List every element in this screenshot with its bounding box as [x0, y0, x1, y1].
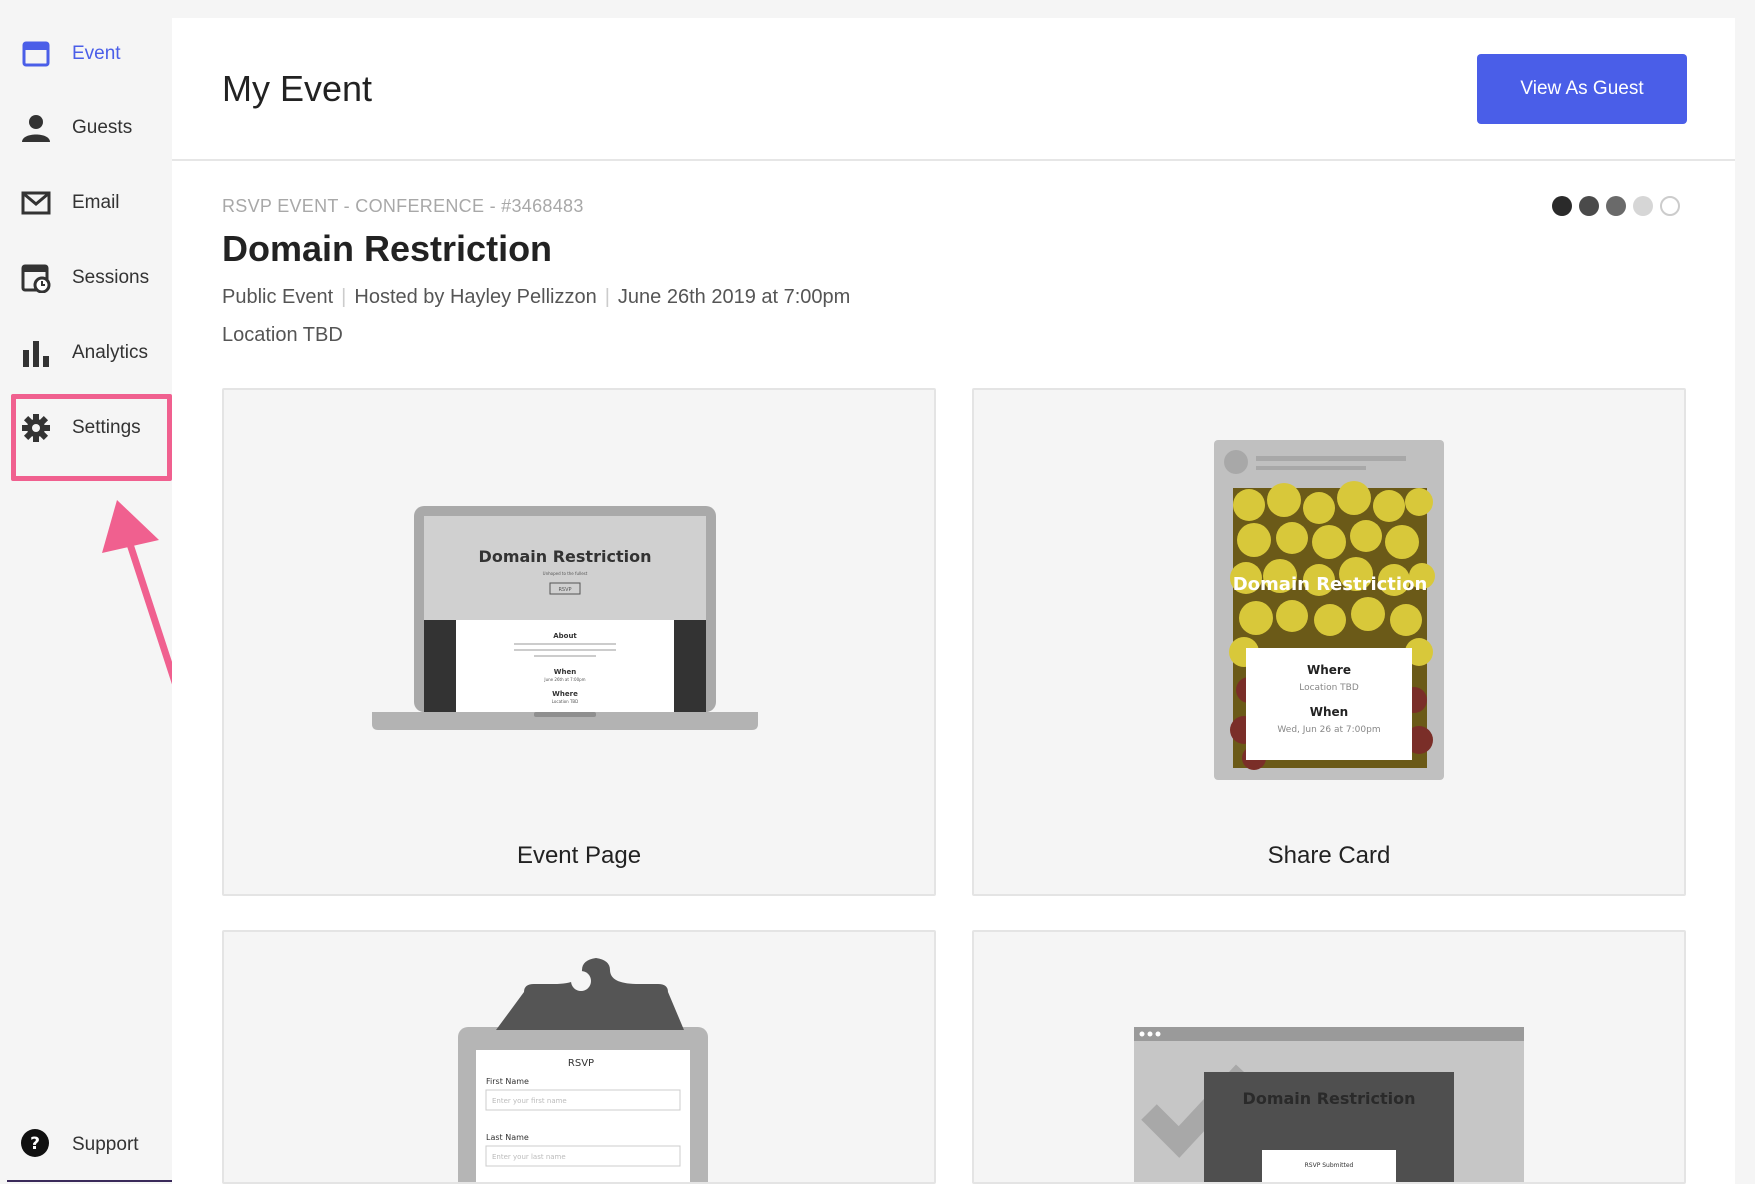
event-page-card[interactable]: Domain Restriction Unhoped to the fulles…	[222, 388, 936, 896]
help-circle-icon: ?	[20, 1128, 50, 1163]
sidebar-item-email[interactable]: Email	[7, 173, 172, 233]
rsvp-last-name-placeholder: Enter your last name	[492, 1153, 566, 1161]
sidebar-item-label: Settings	[72, 417, 141, 438]
browser-preview-illustration: Domain Restriction RSVP Submitted	[1134, 1027, 1524, 1182]
preview-subtitle: Unhoped to the fullest	[543, 571, 588, 576]
preview-where: Where	[552, 690, 578, 698]
preview-rsvp-label: RSVP	[558, 587, 571, 593]
event-location: Location TBD	[222, 324, 343, 346]
calendar-window-icon	[20, 38, 52, 70]
progress-dot	[1579, 196, 1599, 216]
progress-dot	[1552, 196, 1572, 216]
event-meta: RSVP EVENT - CONFERENCE - #3468483	[222, 196, 584, 216]
card-label: Event Page	[516, 842, 642, 869]
share-card-preview-illustration: Domain Restriction Where Location TBD Wh…	[1214, 440, 1444, 780]
share-card-card[interactable]: Domain Restriction Where Location TBD Wh…	[972, 388, 1686, 896]
event-details: Public Event | Hosted by Hayley Pellizzon |…	[222, 286, 850, 309]
view-as-guest-button[interactable]: View As Guest	[1477, 54, 1687, 124]
sidebar-item-label: Sessions	[72, 267, 150, 288]
rsvp-form-card[interactable]: RSVP First Name Enter your first name La…	[222, 930, 936, 1184]
page-header: My Event View As Guest	[172, 18, 1735, 161]
rsvp-preview-title: RSVP	[568, 1058, 594, 1069]
event-host: Hosted by Hayley Pellizzon	[354, 286, 597, 308]
sidebar-item-event[interactable]: Event	[7, 24, 172, 84]
sidebar-item-settings[interactable]: Settings	[7, 398, 172, 458]
sidebar-item-label: Event	[72, 43, 121, 64]
event-date: June 26th 2019 at 7:00pm	[617, 286, 851, 308]
sidebar-item-sessions[interactable]: Sessions	[7, 248, 172, 308]
progress-dot	[1606, 196, 1626, 216]
sidebar-item-analytics[interactable]: Analytics	[7, 323, 172, 383]
preview-title: Domain Restriction	[479, 547, 652, 566]
preview-where-value: Location TBD	[552, 699, 578, 704]
page-title: My Event	[222, 68, 373, 109]
share-preview-when-value: Wed, Jun 26 at 7:00pm	[1277, 725, 1380, 735]
confirmation-preview-title: Domain Restriction	[1243, 1089, 1416, 1108]
person-icon	[20, 112, 52, 144]
progress-dot	[1633, 196, 1653, 216]
support-label: Support	[72, 1134, 139, 1155]
separator: |	[341, 286, 347, 308]
event-visibility: Public Event	[222, 286, 334, 308]
sidebar: Event Guests Email Sessions Analytics Se…	[7, 0, 907, 1182]
share-preview-where-value: Location TBD	[1299, 683, 1359, 693]
share-preview-when: When	[1310, 705, 1348, 719]
preview-when-value: June 26th at 7:00pm	[543, 677, 585, 682]
rsvp-first-name-label: First Name	[486, 1077, 529, 1086]
support-link[interactable]: ? Support	[7, 1115, 172, 1175]
laptop-preview-illustration: Domain Restriction Unhoped to the fulles…	[372, 506, 758, 730]
sessions-icon	[20, 262, 52, 294]
envelope-icon	[20, 187, 52, 219]
clipboard-preview-illustration: RSVP First Name Enter your first name La…	[458, 958, 708, 1182]
confirmation-card[interactable]: Domain Restriction RSVP Submitted	[972, 930, 1686, 1184]
confirmation-preview-status: RSVP Submitted	[1305, 1162, 1354, 1169]
bar-chart-icon	[20, 337, 52, 369]
event-title: Domain Restriction	[222, 228, 553, 269]
rsvp-last-name-label: Last Name	[486, 1133, 529, 1142]
progress-dot	[1660, 196, 1680, 216]
sidebar-item-label: Email	[72, 192, 120, 213]
svg-text:?: ?	[30, 1134, 40, 1154]
sidebar-item-guests[interactable]: Guests	[7, 98, 172, 158]
gear-icon	[20, 412, 52, 444]
sidebar-item-label: Analytics	[72, 342, 149, 363]
sidebar-item-label: Guests	[72, 117, 133, 138]
progress-dots	[1552, 196, 1680, 216]
preview-about: About	[553, 632, 577, 640]
main-panel: My Event View As Guest RSVP EVENT - CONF…	[172, 18, 1735, 1184]
separator: |	[604, 286, 610, 308]
card-label: Share Card	[1267, 842, 1391, 869]
preview-when: When	[554, 668, 576, 676]
share-preview-where: Where	[1307, 663, 1351, 677]
share-preview-title: Domain Restriction	[1233, 574, 1428, 595]
rsvp-first-name-placeholder: Enter your first name	[492, 1097, 567, 1105]
